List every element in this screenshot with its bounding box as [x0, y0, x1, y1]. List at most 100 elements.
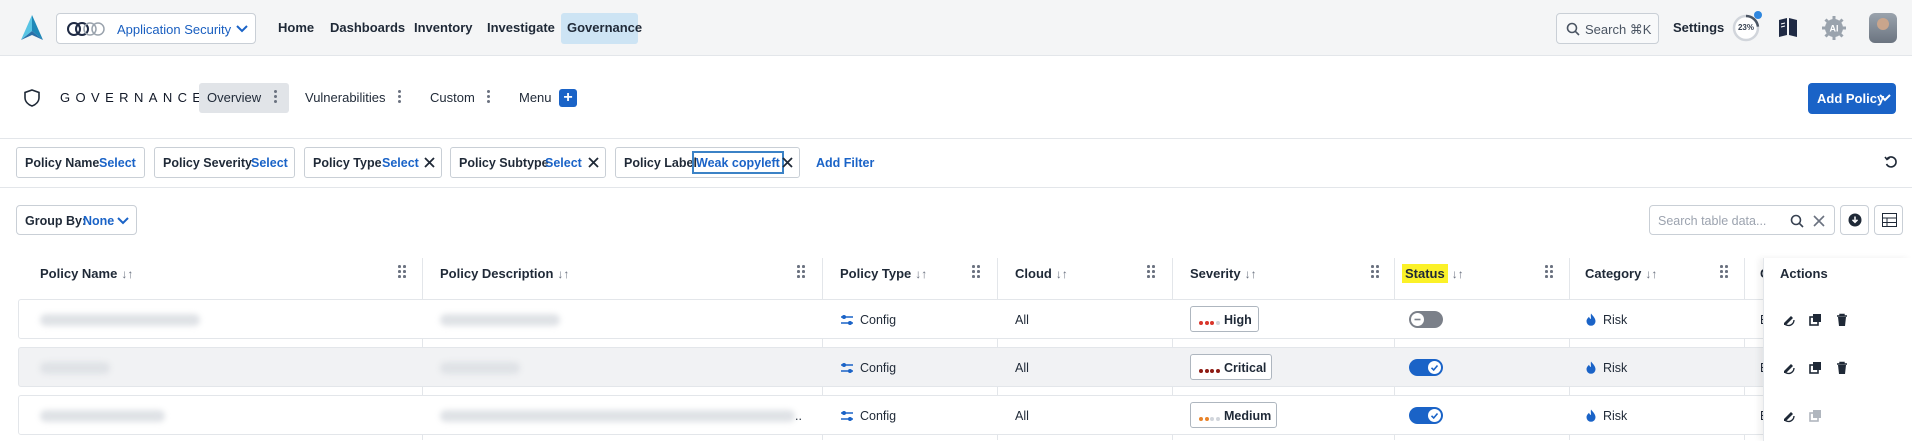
policy-description-redacted: [440, 362, 520, 374]
vulnerabilities-kebab-icon[interactable]: [398, 90, 402, 104]
table-row[interactable]: [18, 299, 1912, 339]
sort-icon[interactable]: ↓↑: [557, 267, 569, 281]
status-toggle[interactable]: [1409, 311, 1443, 328]
category-value: Risk: [1603, 409, 1628, 423]
column-settings-button[interactable]: [1874, 205, 1903, 235]
global-search-button[interactable]: Search ⌘K: [1556, 13, 1659, 44]
search-icon: [1790, 214, 1804, 228]
remove-filter-icon[interactable]: [588, 157, 599, 168]
nav-home[interactable]: Home: [278, 20, 314, 35]
overview-kebab-icon[interactable]: [274, 90, 278, 104]
tab-overview[interactable]: Overview: [207, 90, 261, 105]
add-policy-button[interactable]: Add Policy: [1808, 83, 1896, 114]
filter-policy-severity[interactable]: Policy Severity Select: [154, 147, 295, 178]
edit-icon[interactable]: [1782, 361, 1796, 375]
settings-link[interactable]: Settings: [1673, 20, 1724, 35]
nav-investigate[interactable]: Investigate: [487, 20, 555, 35]
risk-flame-icon: [1586, 313, 1596, 326]
column-header-label: Cloud: [1015, 266, 1052, 281]
filter-value[interactable]: Select: [382, 156, 419, 170]
table-row[interactable]: [18, 347, 1912, 387]
reset-filters-icon[interactable]: [1884, 155, 1898, 169]
column-resize-grip-icon[interactable]: [797, 265, 805, 279]
filter-value[interactable]: Select: [545, 156, 582, 170]
column-resize-grip-icon[interactable]: [1545, 265, 1553, 279]
cloud-value: All: [1015, 313, 1029, 327]
sort-icon[interactable]: ↓↑: [121, 267, 133, 281]
policy-name-redacted: [40, 314, 200, 326]
column-resize-grip-icon[interactable]: [1371, 265, 1379, 279]
sort-icon[interactable]: ↓↑: [1645, 267, 1657, 281]
column-resize-grip-icon[interactable]: [398, 265, 406, 279]
filter-policy-subtype[interactable]: Policy Subtype Select: [450, 147, 606, 178]
docs-book-icon[interactable]: [1777, 16, 1799, 38]
sort-icon[interactable]: ↓↑: [1452, 267, 1464, 281]
user-avatar[interactable]: [1869, 13, 1897, 43]
nav-inventory[interactable]: Inventory: [414, 20, 473, 35]
clone-icon[interactable]: [1809, 409, 1823, 423]
onboarding-progress-indicator[interactable]: 23%: [1732, 11, 1762, 42]
filter-value[interactable]: Select: [251, 156, 288, 170]
filter-key: Policy Label: [624, 156, 697, 170]
add-filter-link[interactable]: Add Filter: [816, 156, 874, 170]
clone-icon[interactable]: [1809, 361, 1823, 375]
column-resize-grip-icon[interactable]: [972, 265, 980, 279]
delete-icon[interactable]: [1835, 361, 1849, 375]
policy-type-value: Config: [860, 361, 897, 375]
filter-value[interactable]: Select: [99, 156, 136, 170]
nav-dashboards[interactable]: Dashboards: [330, 20, 405, 35]
status-toggle[interactable]: [1409, 359, 1443, 376]
status-toggle[interactable]: [1409, 407, 1443, 424]
column-header-status[interactable]: Status ↓↑: [1402, 264, 1464, 283]
table-row[interactable]: [18, 395, 1912, 435]
clone-icon[interactable]: [1809, 313, 1823, 327]
column-header-label: Status: [1402, 264, 1448, 283]
clear-search-icon[interactable]: [1812, 214, 1826, 228]
column-header-policy-description[interactable]: Policy Description ↓↑: [440, 266, 569, 281]
column-header-cloud[interactable]: Cloud ↓↑: [1015, 266, 1068, 281]
remove-filter-icon[interactable]: [782, 157, 793, 168]
ai-label: AI: [1830, 24, 1839, 34]
severity-label: Medium: [1224, 409, 1272, 423]
column-header-policy-type[interactable]: Policy Type ↓↑: [840, 266, 927, 281]
add-tab-plus-icon[interactable]: +: [559, 89, 577, 107]
filter-policy-type[interactable]: Policy Type Select: [304, 147, 442, 178]
custom-kebab-icon[interactable]: [487, 90, 491, 104]
severity-badge: High: [1190, 306, 1259, 332]
prisma-logo-icon[interactable]: [20, 14, 44, 42]
download-button[interactable]: [1840, 205, 1869, 235]
tab-vulnerabilities[interactable]: Vulnerabilities: [305, 90, 385, 105]
column-resize-grip-icon[interactable]: [1720, 265, 1728, 279]
table-search-input[interactable]: Search table data...: [1649, 205, 1835, 235]
policy-type-value: Config: [860, 313, 897, 327]
group-by-dropdown[interactable]: Group By: None: [16, 205, 137, 235]
filter-policy-label[interactable]: Policy Label Weak copyleft: [615, 147, 800, 178]
header-divider: [0, 138, 1912, 139]
delete-icon[interactable]: [1835, 313, 1849, 327]
tab-custom[interactable]: Custom: [430, 90, 475, 105]
risk-flame-icon: [1586, 361, 1596, 374]
severity-dots-icon: [1199, 411, 1221, 425]
edit-icon[interactable]: [1782, 409, 1796, 423]
sort-icon[interactable]: ↓↑: [1245, 267, 1257, 281]
column-header-label: Category: [1585, 266, 1642, 281]
ai-assistant-icon[interactable]: AI: [1821, 15, 1847, 41]
column-header-policy-name[interactable]: Policy Name ↓↑: [40, 266, 133, 281]
column-header-severity[interactable]: Severity ↓↑: [1190, 266, 1257, 281]
column-resize-grip-icon[interactable]: [1147, 265, 1155, 279]
sort-icon[interactable]: ↓↑: [915, 267, 927, 281]
sort-icon[interactable]: ↓↑: [1056, 267, 1068, 281]
policy-description-redacted: [440, 410, 795, 422]
column-header-label: Policy Name: [40, 266, 118, 281]
app-selector-dropdown[interactable]: Application Security: [56, 13, 256, 44]
column-header-label: Policy Description: [440, 266, 554, 281]
shield-icon: [24, 89, 40, 107]
tab-menu[interactable]: Menu: [519, 90, 552, 105]
nav-governance[interactable]: Governance: [567, 20, 642, 35]
column-header-category[interactable]: Category ↓↑: [1585, 266, 1657, 281]
column-header-label: Policy Type: [840, 266, 912, 281]
edit-icon[interactable]: [1782, 313, 1796, 327]
filter-value-selected[interactable]: Weak copyleft: [692, 151, 784, 174]
filter-policy-name[interactable]: Policy Name Select: [16, 147, 145, 178]
remove-filter-icon[interactable]: [424, 157, 435, 168]
